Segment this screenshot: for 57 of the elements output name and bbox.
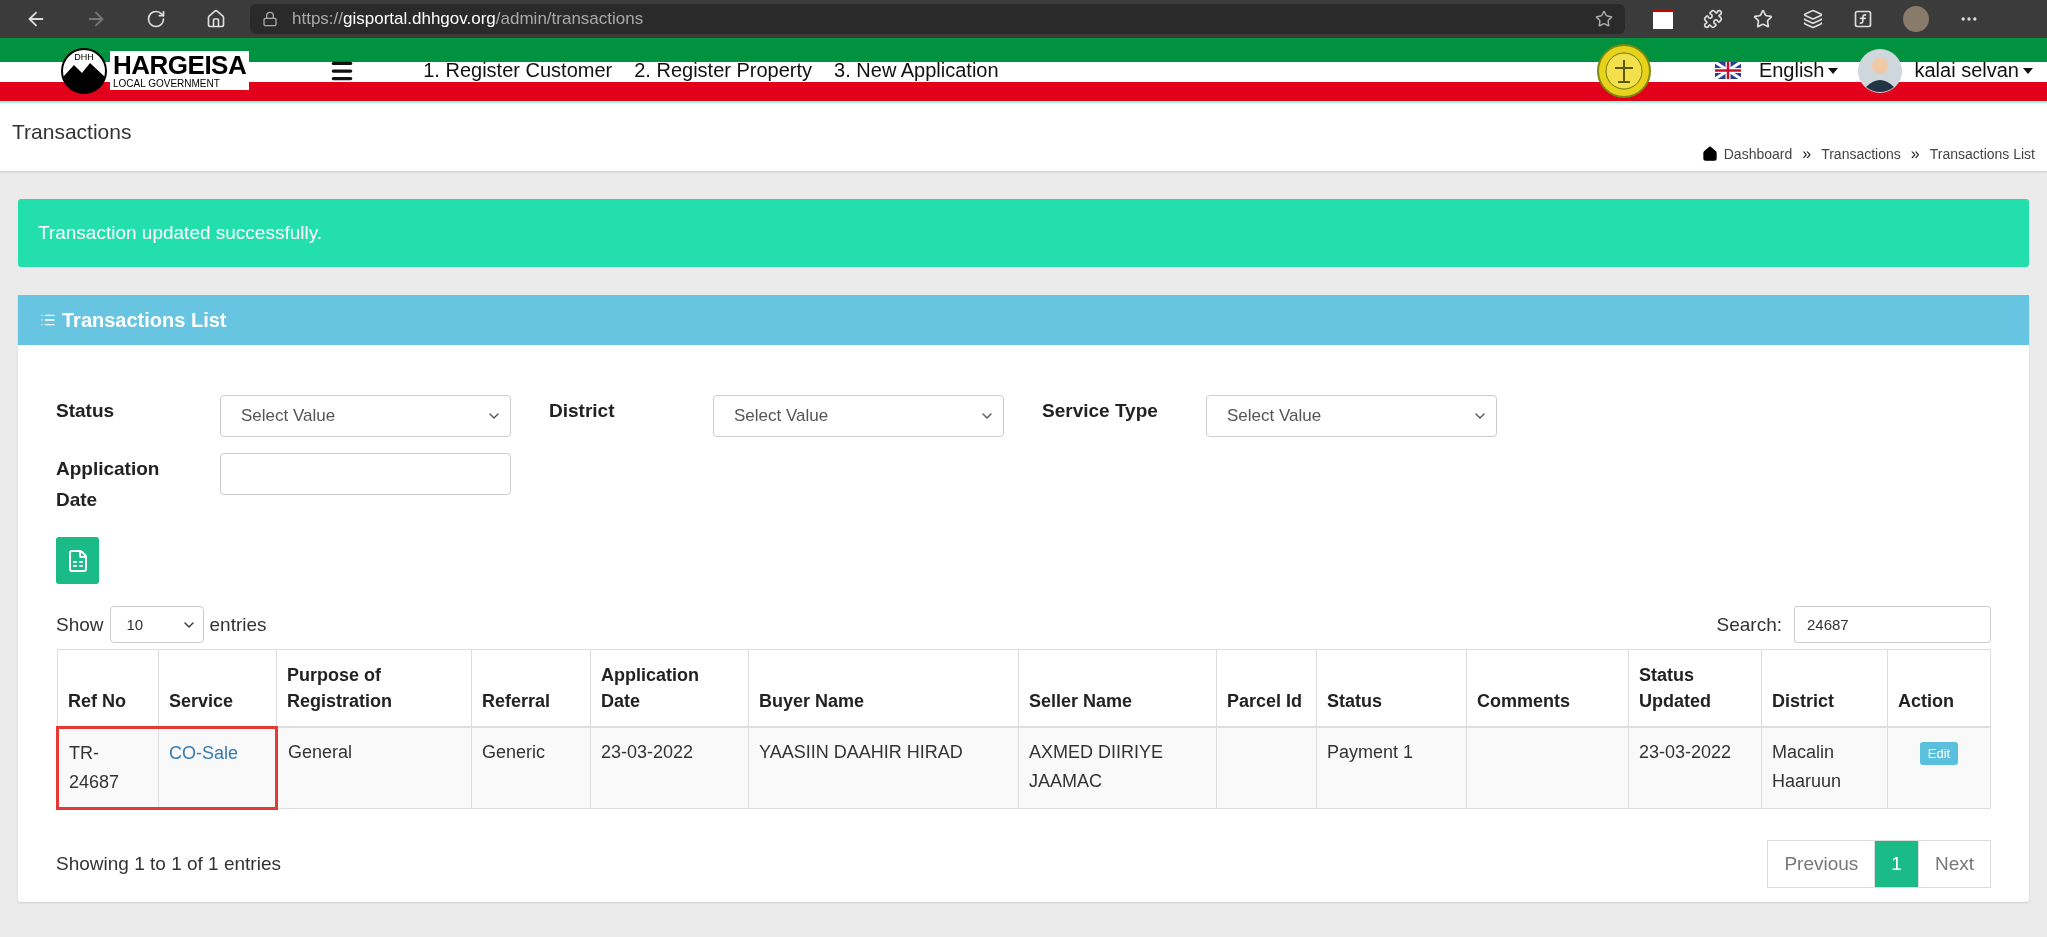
table-info: Showing 1 to 1 of 1 entries <box>56 852 281 875</box>
service-link[interactable]: CO-Sale <box>169 742 239 763</box>
length-label: entries <box>209 613 267 636</box>
breadcrumb-link[interactable]: Dashboard <box>1701 146 1793 162</box>
filter-label: Service Type <box>1042 399 1159 423</box>
nav-link[interactable]: 2. Register Property <box>634 59 813 82</box>
favorite-icon[interactable] <box>1595 10 1613 28</box>
logo-subtitle: LOCAL GOVERNMENT <box>113 78 221 89</box>
user-avatar <box>1858 48 1903 93</box>
breadcrumb-separator: » <box>1802 145 1812 163</box>
nav-link[interactable]: 3. New Application <box>834 59 999 82</box>
user-dropdown[interactable]: kalai selvan <box>1914 59 2033 82</box>
filter-label: Status <box>56 399 116 423</box>
home-icon <box>1701 146 1718 162</box>
flag-icon <box>1714 62 1741 79</box>
breadcrumb-link[interactable]: Transactions <box>1821 146 1901 162</box>
page-title: Transactions <box>12 120 132 145</box>
date-input[interactable] <box>220 453 511 495</box>
puzzle-icon[interactable] <box>1703 9 1723 29</box>
filter-select[interactable]: Select Value <box>1206 395 1497 437</box>
success-alert: Transaction updated successfully. <box>18 199 2029 267</box>
card-title: Transactions List <box>62 308 227 332</box>
table-cell: TR-24687 <box>57 727 159 808</box>
table-cell: YAASIIN DAAHIR HIRAD <box>748 727 1019 808</box>
breadcrumb-separator: » <box>1910 145 1920 163</box>
logo-title: HARGEISA <box>113 52 247 78</box>
url-text: https://gisportal.dhhgov.org/admin/transactions <box>292 9 644 29</box>
collections-icon[interactable] <box>1803 9 1823 29</box>
table-cell: Generic <box>471 727 591 808</box>
logo-emblem-icon: DHH <box>60 46 108 95</box>
profile-avatar[interactable] <box>1903 6 1929 32</box>
table-cell: Payment 1 <box>1316 727 1467 808</box>
pagination-link[interactable]: Next <box>1917 839 1991 888</box>
nav-link[interactable]: 1. Register Customer <box>423 59 613 82</box>
search-label: Search: <box>1716 613 1782 636</box>
pagination-link[interactable]: Previous <box>1767 839 1876 888</box>
table-cell: Macalin Haaruun <box>1761 727 1888 808</box>
entries-select[interactable]: 10 <box>109 606 204 643</box>
table-cell: 23-03-2022 <box>590 727 749 808</box>
table-cell: 23-03-2022 <box>1628 727 1762 808</box>
favorites-icon[interactable] <box>1753 9 1773 29</box>
address-bar[interactable]: https://gisportal.dhhgov.org/admin/transactions <box>250 4 1625 34</box>
table-cell: General <box>276 727 472 808</box>
extension-icon[interactable] <box>1653 9 1673 29</box>
filter-label: Application Date <box>56 457 161 512</box>
breadcrumb-link[interactable]: Transactions List <box>1929 146 2035 162</box>
length-label: Show <box>56 613 104 636</box>
filter-label: District <box>549 399 616 423</box>
filter-select[interactable]: Select Value <box>713 395 1004 437</box>
search-field[interactable]: 24687 <box>1794 606 1991 643</box>
language-dropdown[interactable]: English <box>1758 59 1839 82</box>
list-icon <box>40 312 56 328</box>
filter-select[interactable]: Select Value <box>220 395 511 437</box>
function-icon[interactable] <box>1853 9 1873 29</box>
lock-icon <box>262 11 278 27</box>
table-cell: AXMED DIIRIYE JAAMAC <box>1018 727 1217 808</box>
seal-icon <box>1596 43 1651 98</box>
